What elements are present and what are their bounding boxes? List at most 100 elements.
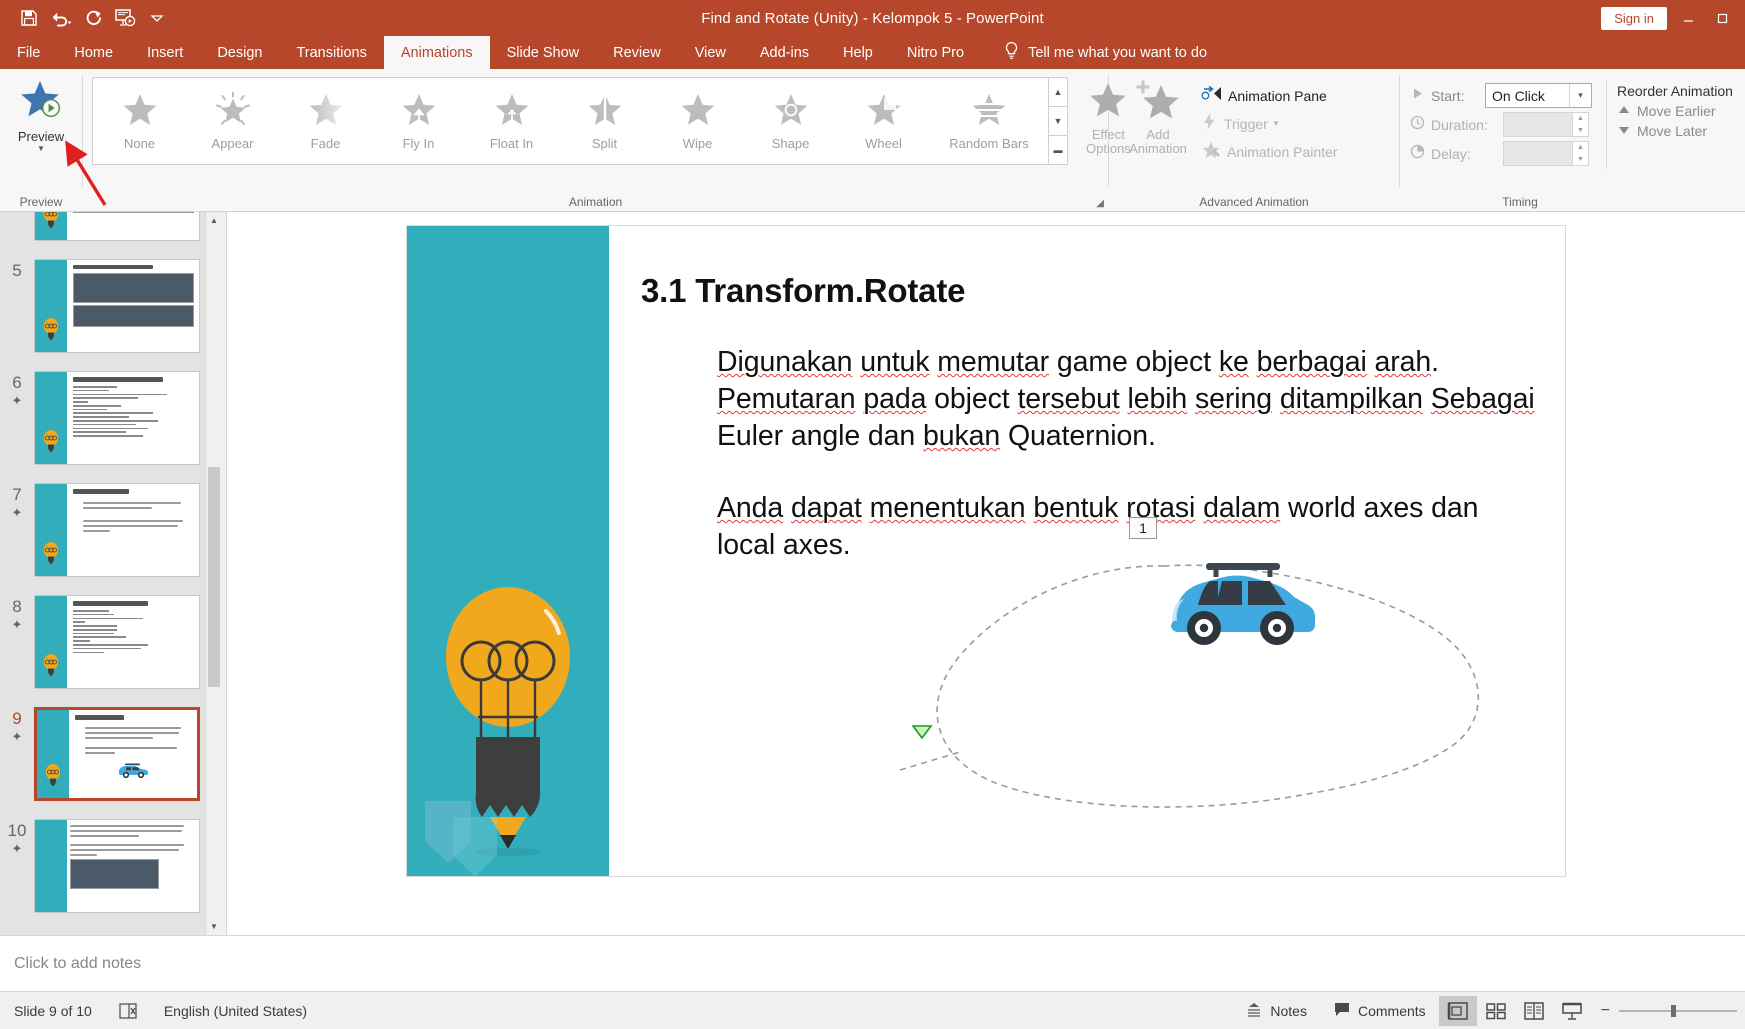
- animation-shape[interactable]: Shape: [744, 78, 837, 164]
- slide-sorter-view-icon[interactable]: [1477, 996, 1515, 1026]
- minimize-icon[interactable]: [1675, 5, 1701, 31]
- slide-title[interactable]: 3.1 Transform.Rotate: [641, 272, 1535, 310]
- comments-button[interactable]: Comments: [1320, 996, 1439, 1026]
- blue-suv-car-illustration[interactable]: [1164, 550, 1316, 655]
- animation-fly-in[interactable]: Fly In: [372, 78, 465, 164]
- tab-nitro-pro[interactable]: Nitro Pro: [890, 36, 981, 69]
- animation-gallery[interactable]: None Appear Fade Fly In Float In Split W…: [92, 77, 1068, 165]
- restore-icon[interactable]: [1709, 5, 1735, 31]
- thumb-content-9: [69, 710, 197, 798]
- star-shape-icon: [772, 91, 810, 134]
- tab-help[interactable]: Help: [826, 36, 890, 69]
- thumbnail-image-8[interactable]: [34, 595, 200, 689]
- tab-insert[interactable]: Insert: [130, 36, 200, 69]
- thumbnail-image-10[interactable]: [34, 819, 200, 913]
- sign-in-button[interactable]: Sign in: [1601, 6, 1667, 30]
- tab-add-ins[interactable]: Add-ins: [743, 36, 826, 69]
- animation-random-bars[interactable]: Random Bars: [930, 78, 1048, 164]
- normal-view-icon[interactable]: [1438, 995, 1477, 1026]
- animation-sequence-number: 1: [1139, 520, 1147, 536]
- animation-pane-icon: [1201, 84, 1222, 108]
- tab-view[interactable]: View: [678, 36, 743, 69]
- current-slide[interactable]: 3.1 Transform.Rotate Digunakan untuk mem…: [406, 225, 1566, 877]
- thumbnail-slide-8[interactable]: 8 ✦: [0, 577, 205, 689]
- move-later-button[interactable]: Move Later: [1617, 123, 1733, 139]
- animation-dialog-launcher-icon[interactable]: ◢: [1096, 198, 1104, 209]
- add-animation-button[interactable]: Add Animation: [1115, 75, 1201, 156]
- thumb-band-8: [35, 596, 67, 688]
- spellcheck-icon[interactable]: [118, 1002, 138, 1020]
- slide-thumbnail-panel[interactable]: 4 5: [0, 212, 222, 935]
- zoom-slider-knob[interactable]: [1671, 1004, 1676, 1017]
- move-earlier-button[interactable]: Move Earlier: [1617, 103, 1733, 119]
- notes-pane[interactable]: Click to add notes: [0, 935, 1745, 991]
- thumbnail-image-6[interactable]: [34, 371, 200, 465]
- animation-gallery-scroll[interactable]: ▲ ▼ ▬: [1048, 78, 1067, 164]
- thumbnail-scroll-up-icon[interactable]: ▲: [206, 212, 222, 229]
- tab-file[interactable]: File: [0, 36, 58, 69]
- thumbnail-image-4[interactable]: [34, 212, 200, 241]
- thumbnail-slide-10[interactable]: 10 ✦: [0, 801, 205, 913]
- tab-review[interactable]: Review: [596, 36, 678, 69]
- zoom-controls[interactable]: −: [1591, 1002, 1737, 1020]
- preview-label: Preview: [17, 129, 65, 144]
- thumbnail-slide-6[interactable]: 6 ✦: [0, 353, 205, 465]
- animation-float-in[interactable]: Float In: [465, 78, 558, 164]
- delay-spinner[interactable]: ▲ ▼: [1503, 141, 1589, 166]
- thumbnail-slide-9[interactable]: 9 ✦: [0, 689, 205, 801]
- thumbnail-scroll-down-icon[interactable]: ▼: [206, 918, 222, 935]
- tab-animations[interactable]: Animations: [383, 36, 490, 69]
- tab-transitions[interactable]: Transitions: [279, 36, 383, 69]
- slide-indicator[interactable]: Slide 9 of 10: [14, 1003, 92, 1019]
- timing-controls: Start: On Click ▾ Duration: ▲ ▼ Delay: ▲…: [1400, 75, 1592, 166]
- animation-sequence-tag[interactable]: 1: [1129, 517, 1157, 539]
- language-indicator[interactable]: English (United States): [164, 1003, 307, 1019]
- start-combobox[interactable]: On Click ▾: [1485, 83, 1592, 108]
- thumbnail-slide-7[interactable]: 7 ✦: [0, 465, 205, 577]
- undo-icon[interactable]: [46, 4, 76, 32]
- duration-spin-buttons[interactable]: ▲ ▼: [1572, 113, 1588, 136]
- animation-wheel[interactable]: Wheel: [837, 78, 930, 164]
- gallery-scroll-up-icon[interactable]: ▲: [1049, 78, 1067, 107]
- slide-title-text: 3.1 Transform.Rotate: [641, 272, 966, 309]
- animation-wipe[interactable]: Wipe: [651, 78, 744, 164]
- notes-button[interactable]: Notes: [1232, 996, 1320, 1026]
- animation-split[interactable]: Split: [558, 78, 651, 164]
- zoom-slider[interactable]: [1619, 1004, 1737, 1017]
- slide-edit-area[interactable]: 3.1 Transform.Rotate Digunakan untuk mem…: [227, 212, 1745, 935]
- tab-design[interactable]: Design: [200, 36, 279, 69]
- tab-home[interactable]: Home: [57, 36, 130, 69]
- animation-fade[interactable]: Fade: [279, 78, 372, 164]
- animation-appear[interactable]: Appear: [186, 78, 279, 164]
- animation-appear-label: Appear: [211, 136, 254, 151]
- thumbnail-scroll-thumb[interactable]: [208, 467, 220, 687]
- start-presentation-icon[interactable]: [110, 4, 140, 32]
- start-chevron-down-icon[interactable]: ▾: [1569, 84, 1591, 107]
- animation-pane-button[interactable]: Animation Pane: [1201, 83, 1348, 108]
- motion-path-start-marker[interactable]: [911, 723, 933, 746]
- animation-none[interactable]: None: [93, 78, 186, 164]
- slide-body[interactable]: Digunakan untuk memutar game object ke b…: [641, 344, 1535, 564]
- reading-view-icon[interactable]: [1515, 996, 1553, 1026]
- gallery-more-icon[interactable]: ▬: [1049, 136, 1067, 164]
- preview-caret-icon[interactable]: ▼: [37, 145, 45, 153]
- zoom-out-button[interactable]: −: [1601, 1002, 1610, 1020]
- thumbnail-slide-4[interactable]: 4: [0, 212, 205, 241]
- thumbnail-slide-5[interactable]: 5: [0, 241, 205, 353]
- delay-spin-buttons[interactable]: ▲ ▼: [1572, 142, 1588, 165]
- thumbnail-image-9[interactable]: [34, 707, 200, 801]
- slide-content[interactable]: 3.1 Transform.Rotate Digunakan untuk mem…: [609, 226, 1565, 876]
- thumbnail-image-5[interactable]: [34, 259, 200, 353]
- tell-me-search[interactable]: Tell me what you want to do: [981, 36, 1217, 69]
- tab-slide-show[interactable]: Slide Show: [490, 36, 597, 69]
- start-label: Start:: [1431, 87, 1465, 104]
- thumbnail-scrollbar[interactable]: ▲ ▼: [205, 212, 222, 935]
- slideshow-view-icon[interactable]: [1553, 996, 1591, 1026]
- save-icon[interactable]: [14, 4, 44, 32]
- customize-qat-icon[interactable]: [142, 4, 172, 32]
- gallery-scroll-down-icon[interactable]: ▼: [1049, 107, 1067, 136]
- duration-spinner[interactable]: ▲ ▼: [1503, 112, 1589, 137]
- thumbnail-image-7[interactable]: [34, 483, 200, 577]
- preview-button[interactable]: Preview ▼: [4, 75, 78, 153]
- redo-icon[interactable]: [78, 4, 108, 32]
